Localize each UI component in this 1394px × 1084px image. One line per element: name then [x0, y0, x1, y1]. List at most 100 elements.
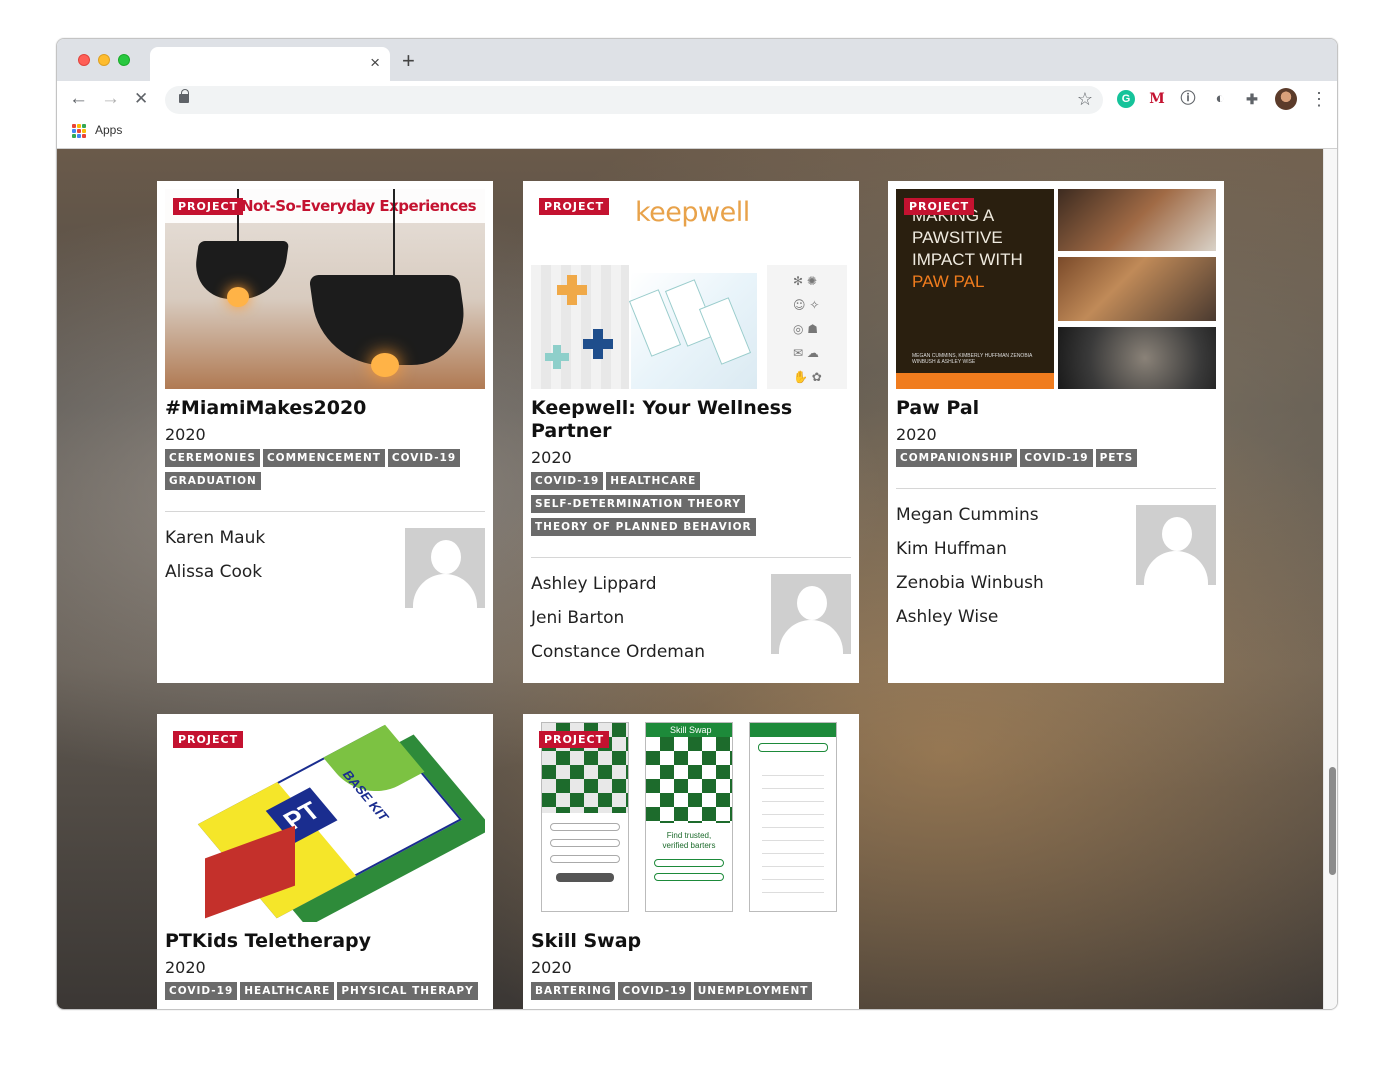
stop-loading-button[interactable]: ✕: [134, 89, 148, 109]
tag[interactable]: GRADUATION: [165, 472, 261, 490]
graduation-cap-lamp-left: [237, 189, 239, 241]
profile-avatar[interactable]: [1275, 88, 1297, 110]
project-card[interactable]: keepwell ✻ ✺ ☺ ✧ ◎ ☗ ✉ ☁ ✋ ✿ PROJECT Keepwel…: [523, 181, 859, 683]
icon-set-panel: ✻ ✺ ☺ ✧ ◎ ☗ ✉ ☁ ✋ ✿: [767, 265, 847, 389]
project-image[interactable]: Skill Swap Find trusted, verified barter…: [531, 722, 851, 922]
project-tags: COVID-19 HEALTHCARE SELF-DETERMINATION T…: [531, 472, 851, 541]
project-year: 2020: [531, 958, 572, 977]
tag[interactable]: CEREMONIES: [165, 449, 260, 467]
author-name[interactable]: Zenobia Winbush: [896, 572, 1126, 606]
project-card[interactable]: PT BASE KIT PROJECT PTKids Teletherapy 2…: [157, 714, 493, 1009]
tag[interactable]: COMPANIONSHIP: [896, 449, 1018, 467]
tag[interactable]: UNEMPLOYMENT: [693, 982, 813, 1000]
project-image-caption: Skill Swap: [670, 725, 712, 735]
project-year: 2020: [531, 448, 572, 467]
maximize-window-button[interactable]: [118, 54, 130, 66]
project-card[interactable]: Not-So-Everyday Experiences PROJECT #Mia…: [157, 181, 493, 683]
scrollbar-thumb[interactable]: [1329, 767, 1336, 875]
apps-grid-icon[interactable]: [72, 124, 86, 138]
grammarly-icon[interactable]: G: [1117, 90, 1135, 108]
project-year: 2020: [165, 958, 206, 977]
author-name[interactable]: Ashley Wise: [896, 606, 1126, 640]
tag[interactable]: COVID-19: [1020, 449, 1093, 467]
project-tags: BARTERING COVID-19 UNEMPLOYMENT: [531, 982, 851, 1005]
project-tags: CEREMONIES COMMENCEMENT COVID-19 GRADUAT…: [165, 449, 485, 495]
tag[interactable]: HEALTHCARE: [240, 982, 335, 1000]
tag[interactable]: BARTERING: [531, 982, 616, 1000]
tag[interactable]: SELF-DETERMINATION THEORY: [531, 495, 745, 513]
author-name[interactable]: Ashley Lippard: [531, 573, 761, 607]
project-tags: COVID-19 HEALTHCARE PHYSICAL THERAPY: [165, 982, 485, 1005]
card-divider: [531, 557, 851, 558]
project-title[interactable]: #MiamiMakes2020: [165, 397, 485, 420]
project-badge: PROJECT: [539, 198, 610, 215]
tag[interactable]: PETS: [1095, 449, 1138, 467]
author-name[interactable]: Constance Ordeman: [531, 641, 761, 675]
page-content: Not-So-Everyday Experiences PROJECT #Mia…: [57, 149, 1323, 1009]
phone-screen-login: [541, 722, 629, 912]
tag[interactable]: COVID-19: [165, 982, 238, 1000]
phone-screen-welcome: Skill Swap Find trusted, verified barter…: [645, 722, 733, 912]
project-badge: PROJECT: [173, 731, 244, 748]
project-authors: Karen Mauk Alissa Cook: [165, 527, 395, 595]
back-button[interactable]: ←: [69, 89, 88, 109]
bookmark-star-icon[interactable]: ☆: [1077, 89, 1093, 110]
new-tab-button[interactable]: +: [402, 50, 415, 72]
project-title[interactable]: PTKids Teletherapy: [165, 930, 485, 953]
project-badge: PROJECT: [904, 198, 975, 215]
page-scrollbar[interactable]: [1323, 149, 1337, 1009]
address-bar[interactable]: ☆: [165, 86, 1103, 114]
project-image-credits: MEGAN CUMMINS, KIMBERLY HUFFMAN ZENOBIA …: [912, 353, 1033, 365]
card-divider: [165, 511, 485, 512]
info-extension-icon[interactable]: ⓘ: [1179, 90, 1197, 108]
project-tags: COMPANIONSHIP COVID-19 PETS: [896, 449, 1216, 472]
tag[interactable]: THEORY OF PLANNED BEHAVIOR: [531, 518, 756, 536]
dog-photo: [1058, 189, 1216, 251]
project-title[interactable]: Keepwell: Your Wellness Partner: [531, 397, 851, 443]
active-tab[interactable]: ×: [150, 47, 390, 81]
project-image[interactable]: MAKING A PAWSITIVE IMPACT WITH PAW PAL M…: [896, 189, 1216, 389]
tag[interactable]: COVID-19: [618, 982, 691, 1000]
browser-toolbar: ← → ✕ ☆ G M ⓘ ◐ ✚ ⋮: [57, 81, 1337, 119]
apps-bookmark[interactable]: Apps: [95, 123, 122, 137]
tag[interactable]: COVID-19: [387, 449, 461, 467]
project-image[interactable]: Not-So-Everyday Experiences: [165, 189, 485, 389]
author-name[interactable]: Jeni Barton: [531, 607, 761, 641]
project-card[interactable]: MAKING A PAWSITIVE IMPACT WITH PAW PAL M…: [888, 181, 1224, 683]
minimize-window-button[interactable]: [98, 54, 110, 66]
project-authors: Megan Cummins Kim Huffman Zenobia Winbus…: [896, 504, 1126, 640]
project-image-caption: Not-So-Everyday Experiences: [241, 197, 477, 215]
cat-photo: [1058, 327, 1216, 389]
project-title[interactable]: Skill Swap: [531, 930, 851, 953]
project-authors: Ashley Lippard Jeni Barton Constance Ord…: [531, 573, 761, 675]
dark-mode-icon[interactable]: ◐: [1211, 90, 1229, 108]
close-window-button[interactable]: [78, 54, 90, 66]
forward-button[interactable]: →: [101, 89, 120, 109]
browser-menu-button[interactable]: ⋮: [1310, 89, 1328, 109]
author-avatar: [1136, 505, 1216, 585]
author-name[interactable]: Alissa Cook: [165, 561, 395, 595]
puzzle-extensions-icon[interactable]: ✚: [1243, 90, 1261, 108]
author-avatar: [405, 528, 485, 608]
browser-window: × + ← → ✕ ☆ G M ⓘ ◐ ✚ ⋮ Apps Not-So-Ever…: [56, 38, 1338, 1010]
project-card[interactable]: Skill Swap Find trusted, verified barter…: [523, 714, 859, 1009]
tag[interactable]: PHYSICAL THERAPY: [337, 982, 478, 1000]
project-badge: PROJECT: [173, 198, 244, 215]
bookmarks-bar: Apps: [57, 119, 1337, 149]
miami-m-icon[interactable]: M: [1148, 90, 1166, 108]
dog-owner-photo: [1058, 257, 1216, 321]
project-image-caption: keepwell: [635, 197, 750, 228]
author-name[interactable]: Megan Cummins: [896, 504, 1126, 538]
tab-close-icon[interactable]: ×: [370, 53, 380, 73]
project-image-tagline: Find trusted, verified barters: [662, 831, 716, 850]
author-name[interactable]: Kim Huffman: [896, 538, 1126, 572]
project-title[interactable]: Paw Pal: [896, 397, 1216, 420]
tag[interactable]: COVID-19: [531, 472, 604, 490]
author-name[interactable]: Karen Mauk: [165, 527, 395, 561]
project-image[interactable]: PT BASE KIT: [165, 722, 485, 922]
graduation-cap-lamp-right-shade: [308, 275, 472, 365]
project-badge: PROJECT: [539, 731, 610, 748]
tag[interactable]: HEALTHCARE: [606, 472, 701, 490]
project-image[interactable]: keepwell ✻ ✺ ☺ ✧ ◎ ☗ ✉ ☁ ✋ ✿: [531, 189, 851, 389]
tag[interactable]: COMMENCEMENT: [262, 449, 385, 467]
